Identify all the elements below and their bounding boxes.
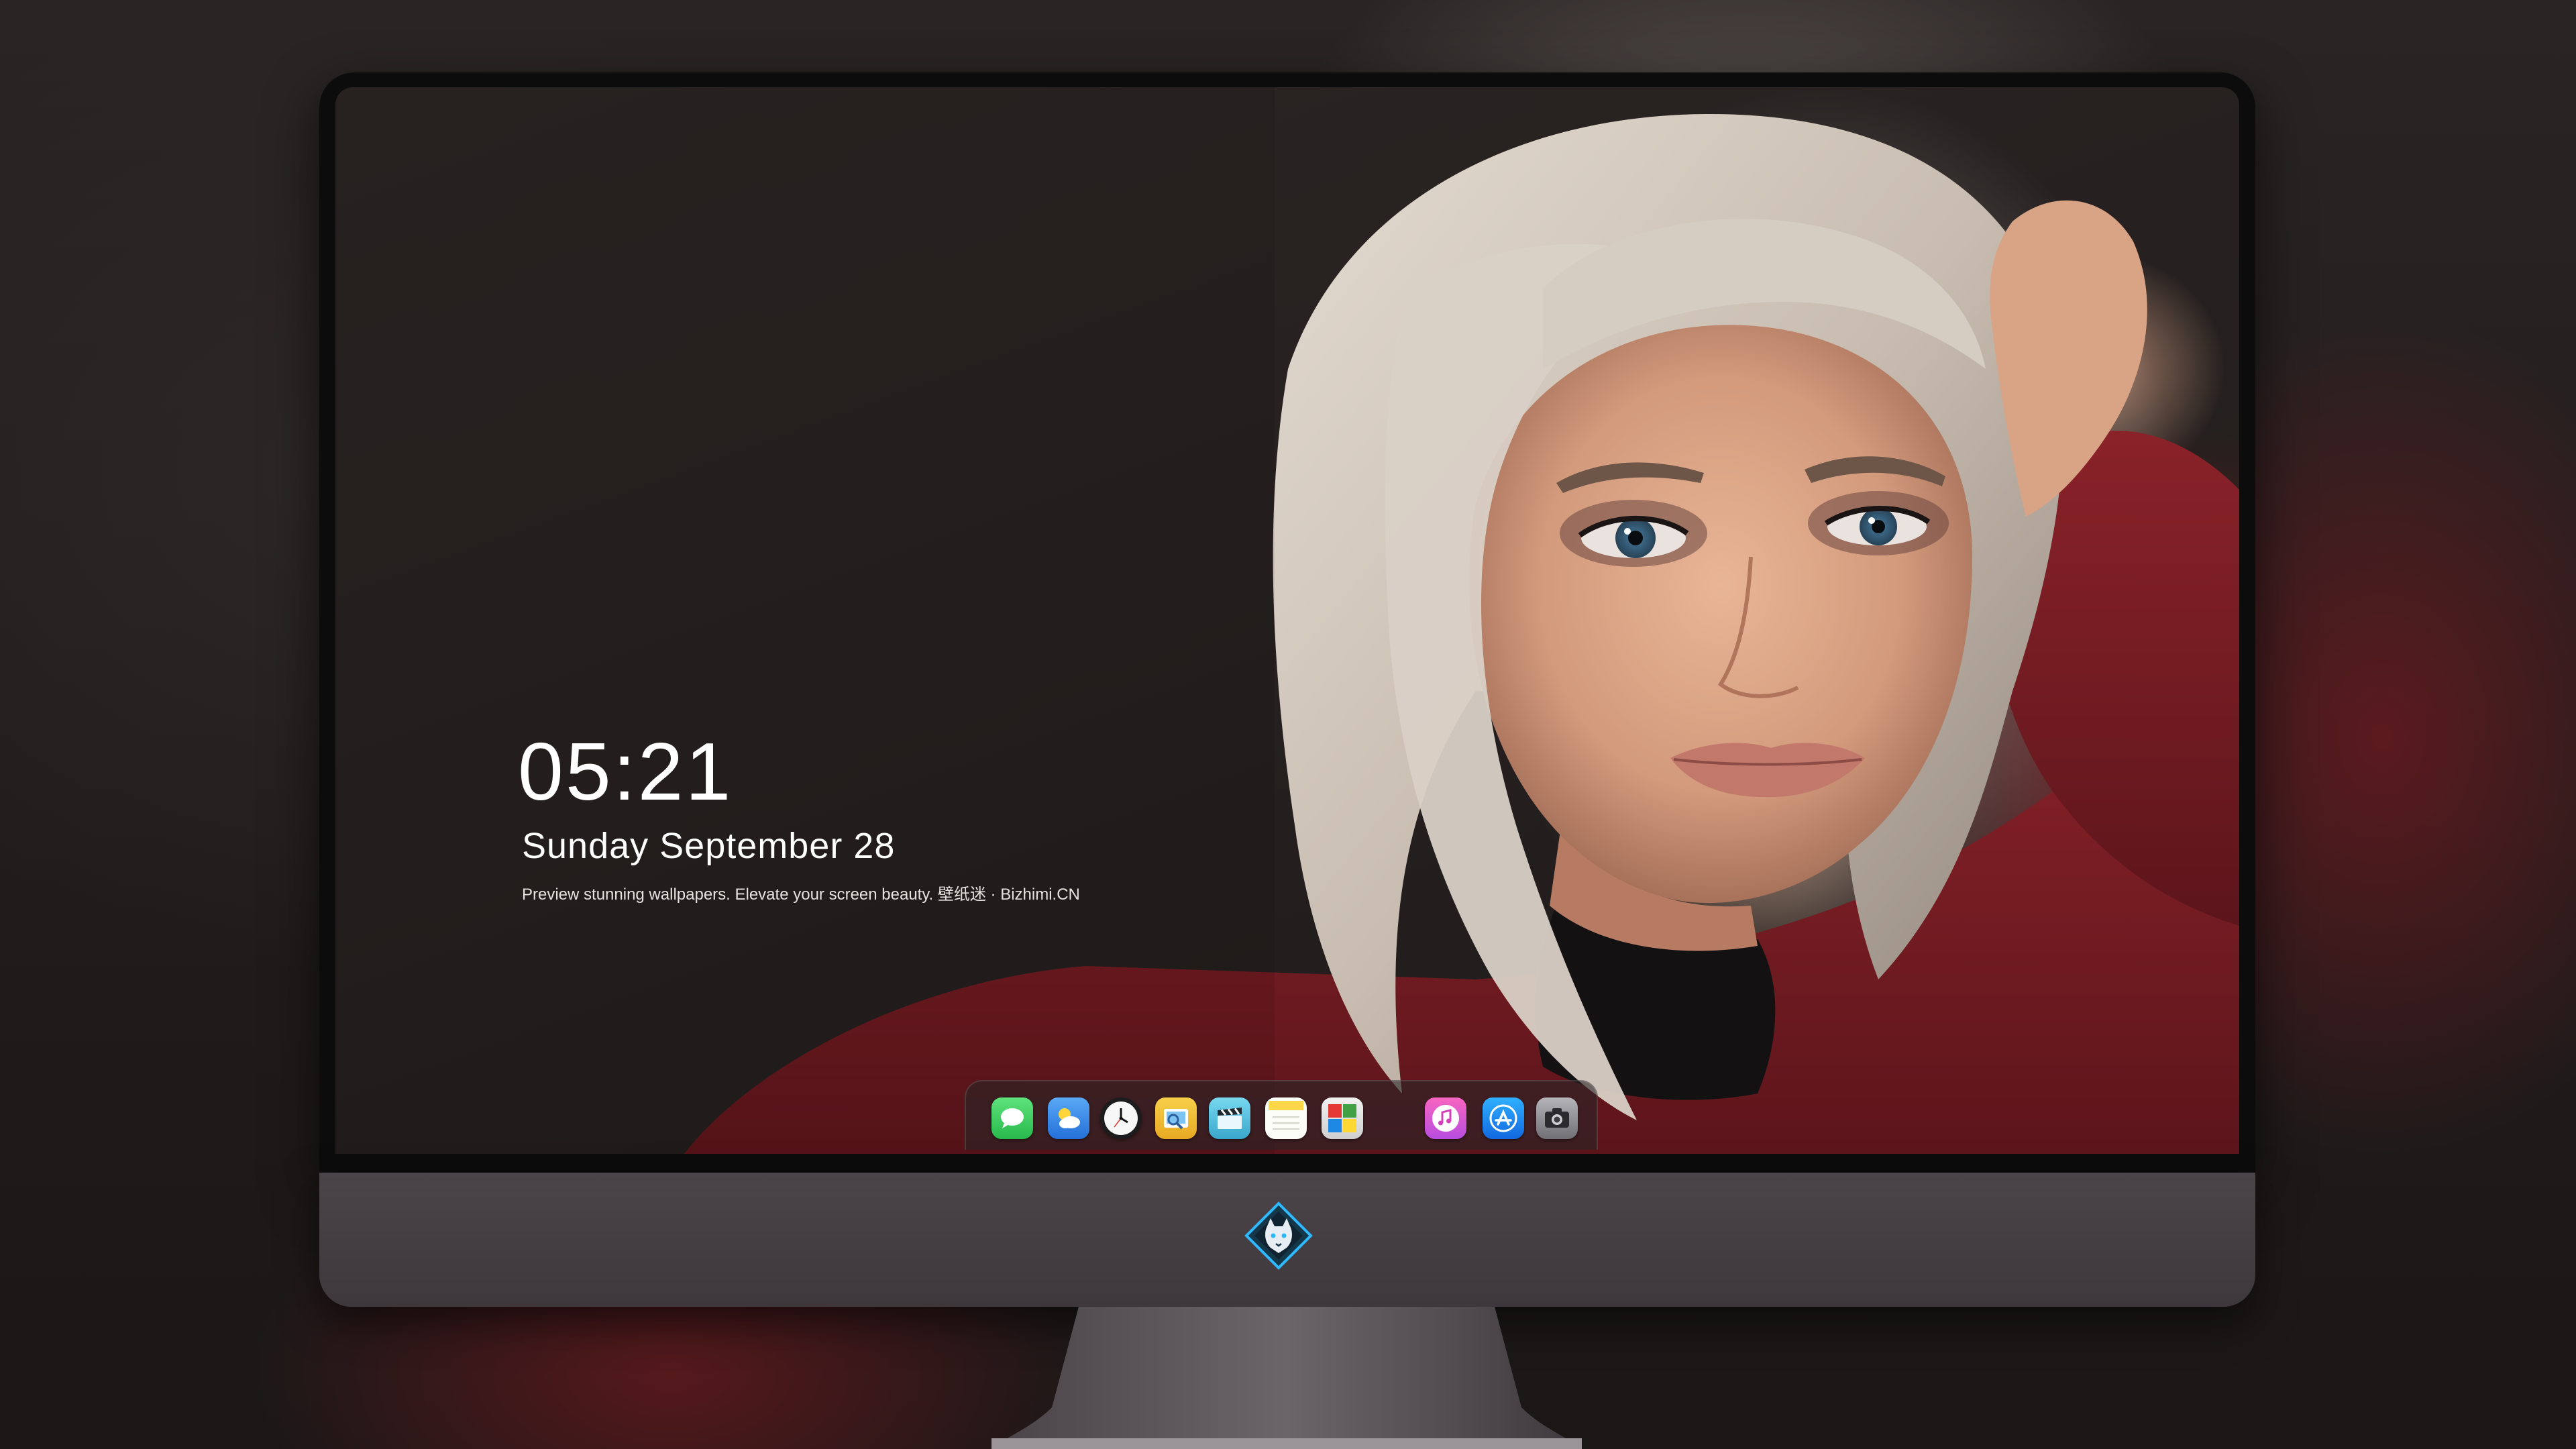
wallpaper-portrait-image [335, 87, 2239, 1154]
photo-booth-icon[interactable] [1322, 1097, 1363, 1139]
weather-icon[interactable] [1048, 1097, 1089, 1139]
monitor-chin [319, 1173, 2255, 1307]
app-store-icon[interactable] [1483, 1097, 1524, 1139]
final-cut-icon[interactable] [1209, 1097, 1250, 1139]
dock [965, 1080, 1598, 1150]
camera-icon[interactable] [1536, 1097, 1578, 1139]
itunes-icon[interactable] [1425, 1097, 1466, 1139]
clock-time: 05:21 [518, 726, 733, 817]
clock-date: Sunday September 28 [522, 826, 896, 866]
notes-icon[interactable] [1265, 1097, 1307, 1139]
preview-icon[interactable] [1155, 1097, 1197, 1139]
wallpaper-tagline: Preview stunning wallpapers. Elevate you… [522, 885, 1080, 904]
monitor-stand [991, 1307, 1582, 1449]
lock-screen-clock-widget: 05:21 Sunday September 28 Preview stunni… [518, 724, 1122, 908]
messages-icon[interactable] [991, 1097, 1033, 1139]
desktop-screen: 05:21 Sunday September 28 Preview stunni… [335, 87, 2239, 1154]
diamond-wolf-logo-icon [1244, 1201, 1313, 1270]
clock-icon[interactable] [1100, 1097, 1142, 1139]
